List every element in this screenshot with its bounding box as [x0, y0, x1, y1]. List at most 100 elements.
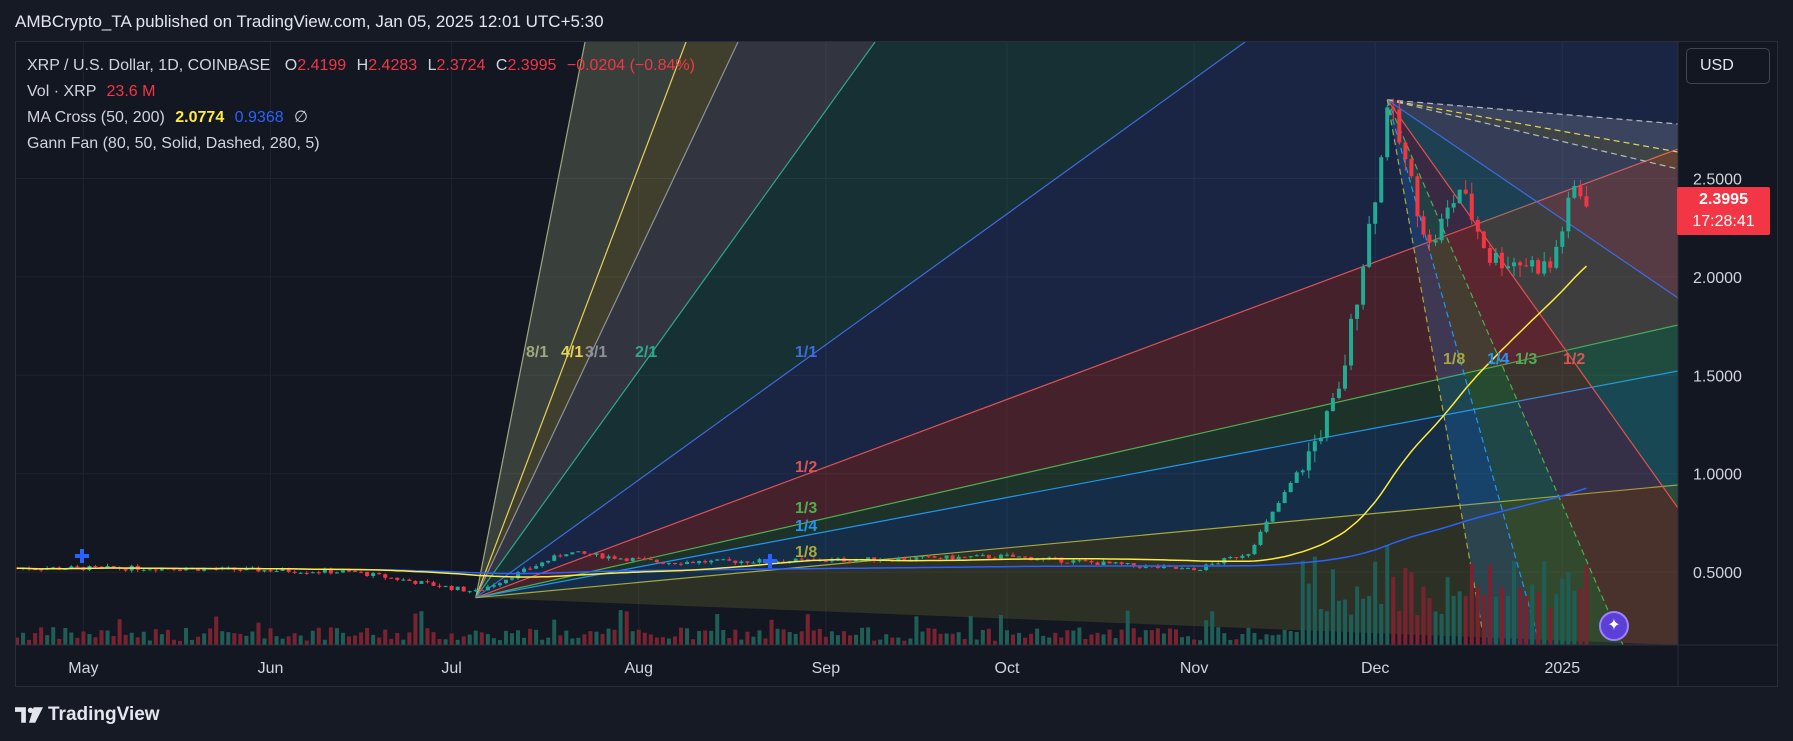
high-value: 2.4283	[368, 57, 418, 74]
tradingview-logo-icon	[15, 707, 43, 723]
candle-body	[1300, 470, 1305, 473]
legend-ma-row[interactable]: MA Cross (50, 200) 2.0774 0.9368 ∅	[27, 105, 695, 131]
volume-bar	[1180, 637, 1185, 645]
volume-bar	[1167, 628, 1172, 645]
volume-bar	[274, 636, 279, 645]
volume-bar	[823, 636, 828, 645]
volume-bar	[558, 635, 563, 645]
candle-body	[679, 563, 683, 565]
volume-bar	[854, 634, 859, 645]
candle-body	[359, 571, 364, 573]
volume-bar	[87, 634, 92, 645]
candle-body	[1554, 246, 1559, 268]
volume-bar	[1264, 634, 1269, 645]
volume-bar	[268, 628, 273, 645]
volume-bar	[316, 627, 321, 645]
volume-bar	[1433, 611, 1438, 645]
candle-body	[1083, 560, 1088, 562]
candle-body	[685, 561, 690, 565]
volume-bar	[618, 610, 623, 645]
volume-bar	[1131, 628, 1136, 645]
volume-bar	[878, 639, 883, 645]
volume-bar	[1113, 638, 1118, 645]
volume-bar	[528, 628, 533, 645]
volume-bar	[727, 638, 732, 645]
volume-bar	[1282, 629, 1287, 645]
candle-body	[950, 555, 955, 560]
candle-body	[745, 561, 750, 563]
volume-bar	[1306, 583, 1311, 645]
volume-bar	[1572, 590, 1577, 645]
gann-fan-label: Gann Fan (80, 50, Solid, Dashed, 280, 5)	[27, 135, 320, 152]
last-price-value: 2.3995	[1699, 191, 1748, 208]
candle-body	[485, 586, 490, 591]
volume-bar	[552, 619, 557, 645]
volume-bar	[1469, 563, 1474, 645]
legend-volume-row[interactable]: Vol · XRP 23.6 M	[27, 79, 695, 105]
symbol-title[interactable]: XRP / U.S. Dollar, 1D, COINBASE	[27, 57, 270, 74]
volume-bar	[1367, 595, 1372, 645]
volume-bar	[986, 628, 991, 645]
volume-bar	[1566, 572, 1571, 645]
candle-body	[660, 562, 665, 564]
currency-button[interactable]: USD	[1686, 48, 1770, 84]
gann-fan-label-upper: 4/1	[561, 344, 583, 361]
volume-bar	[1222, 633, 1227, 645]
candle-body	[1373, 202, 1378, 224]
volume-bar	[33, 633, 38, 645]
candle-body	[347, 570, 351, 572]
volume-bar	[425, 628, 430, 645]
candle-body	[443, 585, 448, 587]
volume-bar	[1276, 634, 1281, 645]
volume-bar	[998, 614, 1003, 645]
candle-body	[455, 586, 460, 590]
candle-body	[576, 551, 581, 553]
volume-bar	[516, 630, 521, 645]
volume-bar	[69, 632, 74, 645]
volume-bar	[1210, 611, 1215, 645]
volume-bar	[1481, 594, 1486, 645]
candle-body	[1186, 568, 1191, 570]
x-tick-label: Sep	[812, 660, 841, 677]
candle-body	[371, 573, 376, 577]
volume-bar	[739, 639, 744, 645]
volume-value: 23.6 M	[106, 83, 156, 100]
candle-body	[431, 582, 436, 586]
volume-bar	[534, 629, 539, 645]
volume-bar	[1421, 586, 1426, 645]
volume-bar	[1379, 603, 1384, 645]
candle-body	[630, 557, 635, 561]
candle-body	[1572, 186, 1577, 198]
sparkle-icon[interactable]: ✦	[1599, 611, 1629, 641]
y-tick-label: 0.5000	[1693, 565, 1742, 582]
volume-bar	[950, 633, 955, 645]
candle-body	[823, 561, 828, 563]
candle-body	[848, 561, 853, 563]
volume-bar	[165, 629, 170, 645]
volume-bar	[540, 639, 545, 645]
candle-body	[1560, 231, 1565, 247]
volume-bar	[214, 616, 219, 645]
volume-bar	[359, 632, 364, 645]
candle-body	[334, 572, 339, 574]
volume-bar	[238, 633, 243, 645]
candle-body	[425, 581, 430, 583]
volume-bar	[340, 632, 345, 645]
volume-bar	[1536, 591, 1541, 645]
volume-bar	[938, 633, 943, 645]
candle-body	[1077, 560, 1082, 562]
volume-bar	[226, 632, 231, 645]
volume-bar	[111, 635, 116, 645]
candle-body	[727, 559, 732, 561]
candle-body	[401, 579, 406, 581]
x-tick-label: Jul	[441, 660, 461, 677]
volume-bar	[1403, 567, 1408, 645]
volume-bar	[395, 633, 400, 645]
volume-bar	[944, 633, 949, 645]
volume-bar	[733, 629, 738, 645]
volume-bar	[781, 629, 786, 645]
x-tick-label: Aug	[625, 660, 653, 677]
legend-gann-row[interactable]: Gann Fan (80, 50, Solid, Dashed, 280, 5)	[27, 131, 695, 157]
volume-bar	[455, 639, 460, 645]
candle-body	[1192, 568, 1197, 571]
